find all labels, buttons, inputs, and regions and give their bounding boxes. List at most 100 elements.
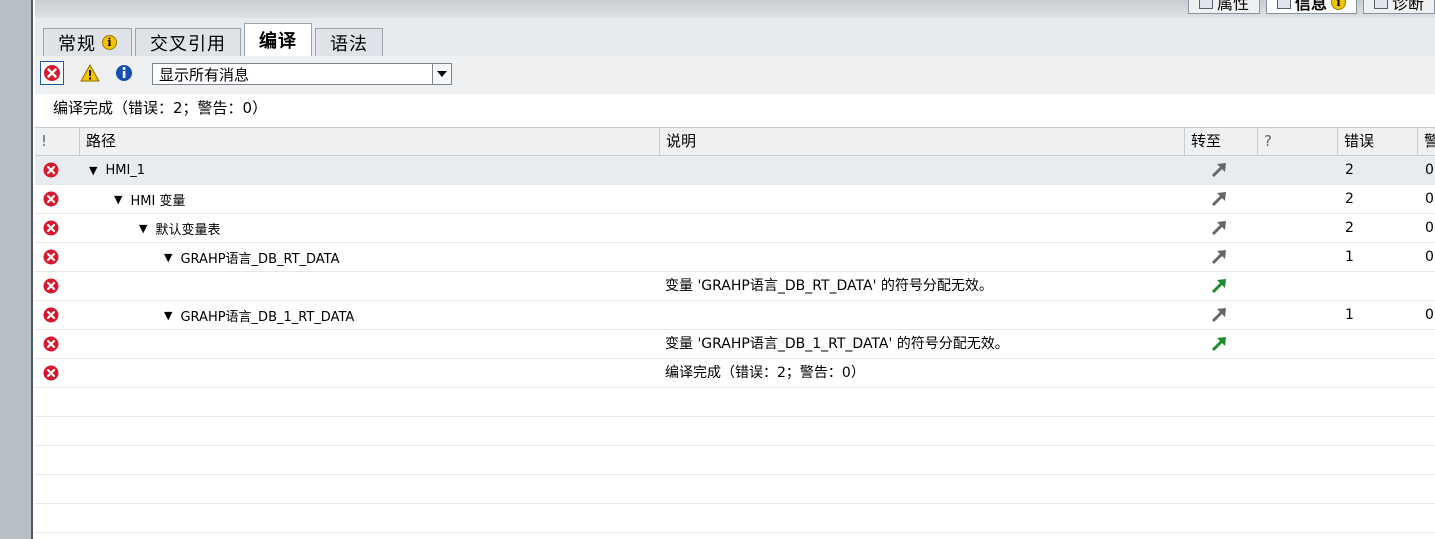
table-header: ! 路径 说明 转至 ? 错误 警 — [35, 127, 1435, 156]
message-filter-select[interactable]: 显示所有消息 — [152, 63, 452, 85]
tab-properties-label: 属性 — [1216, 0, 1249, 13]
tab-syntax-label: 语法 — [330, 33, 368, 55]
compile-messages-table: ! 路径 说明 转至 ? 错误 警 ▼ HMI_1 2 0 ▼ HMI 变量 2 0 ▼ 默认变量… — [35, 127, 1435, 533]
warnings-count: 0 — [1425, 307, 1434, 323]
tab-cross-reference[interactable]: 交叉引用 — [135, 28, 241, 56]
tab-diagnostics-label: 诊断 — [1391, 0, 1424, 13]
table-row[interactable]: 变量 'GRAHP语言_DB_1_RT_DATA' 的符号分配无效。 — [35, 330, 1435, 359]
path-cell: ▼ 默认变量表 — [139, 214, 220, 242]
error-icon — [43, 191, 59, 207]
warnings-count: 0 — [1425, 191, 1434, 207]
column-warnings[interactable]: 警 — [1417, 128, 1435, 155]
error-icon — [43, 220, 59, 236]
tab-cross-reference-label: 交叉引用 — [150, 33, 226, 55]
table-row[interactable]: ▼ HMI 变量 2 0 — [35, 185, 1435, 214]
empty-row — [35, 417, 1435, 446]
error-icon — [43, 307, 59, 323]
inspector-top-bar: 属性 信息 i 诊断 — [35, 0, 1435, 19]
errors-count: 2 — [1345, 162, 1354, 178]
error-icon — [43, 162, 59, 178]
message-filter-value: 显示所有消息 — [159, 65, 250, 84]
goto-arrow-icon[interactable] — [1211, 220, 1227, 236]
filter-info-button[interactable] — [112, 61, 136, 85]
expand-toggle[interactable]: ▼ — [139, 222, 147, 235]
error-icon — [43, 278, 59, 294]
path-cell: ▼ GRAHP语言_DB_RT_DATA — [164, 243, 340, 271]
warning-icon — [80, 64, 100, 82]
path-label: HMI_1 — [105, 162, 146, 178]
description-cell: 变量 'GRAHP语言_DB_RT_DATA' 的符号分配无效。 — [665, 278, 993, 294]
error-icon — [44, 65, 60, 81]
error-icon — [43, 336, 59, 352]
path-label: GRAHP语言_DB_RT_DATA — [180, 251, 340, 267]
filter-warnings-button[interactable] — [78, 61, 102, 85]
column-errors[interactable]: 错误 — [1337, 128, 1417, 155]
tab-info-label: 信息 — [1294, 0, 1327, 13]
info-subtabs: 常规 i 交叉引用 编译 语法 — [35, 18, 1435, 56]
properties-icon — [1198, 0, 1213, 9]
errors-count: 1 — [1345, 307, 1354, 323]
tab-compile[interactable]: 编译 — [244, 23, 312, 56]
errors-count: 2 — [1345, 191, 1354, 207]
goto-arrow-icon[interactable] — [1211, 307, 1227, 323]
column-path[interactable]: 路径 — [79, 128, 659, 155]
inspector-tabs: 属性 信息 i 诊断 — [1182, 0, 1435, 14]
info-icon: i — [102, 35, 117, 50]
description-cell: 编译完成（错误：2；警告：0） — [665, 365, 865, 381]
path-cell: ▼ HMI_1 — [89, 156, 145, 184]
error-icon — [43, 249, 59, 265]
goto-arrow-icon[interactable] — [1211, 162, 1227, 178]
table-body: ▼ HMI_1 2 0 ▼ HMI 变量 2 0 ▼ 默认变量表 2 0 ▼ GRAHP语言_DB_RT_… — [35, 156, 1435, 388]
table-row[interactable]: 变量 'GRAHP语言_DB_RT_DATA' 的符号分配无效。 — [35, 272, 1435, 301]
warnings-count: 0 — [1425, 220, 1434, 236]
empty-row — [35, 446, 1435, 475]
tab-info[interactable]: 信息 i — [1265, 0, 1357, 14]
chevron-down-icon[interactable] — [432, 64, 451, 84]
empty-row — [35, 504, 1435, 533]
tab-general-label: 常规 — [58, 33, 96, 55]
table-row[interactable]: ▼ HMI_1 2 0 — [35, 156, 1435, 185]
table-row[interactable]: 编译完成（错误：2；警告：0） — [35, 359, 1435, 388]
expand-toggle[interactable]: ▼ — [164, 251, 172, 264]
goto-arrow-icon[interactable] — [1211, 191, 1227, 207]
error-icon — [43, 365, 59, 381]
column-severity[interactable]: ! — [35, 128, 79, 155]
warnings-count: 0 — [1425, 249, 1434, 265]
path-cell: ▼ HMI 变量 — [114, 185, 185, 213]
path-label: GRAHP语言_DB_1_RT_DATA — [180, 309, 355, 325]
path-cell: ▼ GRAHP语言_DB_1_RT_DATA — [164, 301, 354, 329]
empty-row — [35, 388, 1435, 417]
message-filter-toolbar: 显示所有消息 — [35, 56, 1435, 94]
compile-summary: 编译完成（错误：2；警告：0） — [53, 99, 268, 117]
table-row[interactable]: ▼ 默认变量表 2 0 — [35, 214, 1435, 243]
goto-arrow-icon[interactable] — [1211, 278, 1227, 294]
empty-row — [35, 475, 1435, 504]
column-goto[interactable]: 转至 — [1184, 128, 1257, 155]
expand-toggle[interactable]: ▼ — [164, 309, 172, 322]
path-label: HMI 变量 — [130, 193, 186, 209]
column-question[interactable]: ? — [1257, 128, 1337, 155]
tab-diagnostics[interactable]: 诊断 — [1362, 0, 1435, 14]
expand-toggle[interactable]: ▼ — [89, 164, 97, 177]
left-panel-strip — [0, 0, 33, 539]
tab-syntax[interactable]: 语法 — [315, 28, 383, 56]
column-description[interactable]: 说明 — [659, 128, 1184, 155]
info-panel-icon — [1276, 0, 1291, 9]
warnings-count: 0 — [1425, 162, 1434, 178]
diagnostics-icon — [1373, 0, 1388, 9]
info-icon: i — [1330, 0, 1346, 10]
tab-general[interactable]: 常规 i — [43, 28, 132, 56]
info-icon — [116, 65, 132, 81]
tab-compile-label: 编译 — [259, 31, 297, 52]
tab-properties[interactable]: 属性 — [1187, 0, 1260, 14]
goto-arrow-icon[interactable] — [1211, 249, 1227, 265]
errors-count: 2 — [1345, 220, 1354, 236]
description-cell: 变量 'GRAHP语言_DB_1_RT_DATA' 的符号分配无效。 — [665, 336, 1009, 352]
errors-count: 1 — [1345, 249, 1354, 265]
path-label: 默认变量表 — [155, 222, 221, 238]
expand-toggle[interactable]: ▼ — [114, 193, 122, 206]
table-row[interactable]: ▼ GRAHP语言_DB_RT_DATA 1 0 — [35, 243, 1435, 272]
table-row[interactable]: ▼ GRAHP语言_DB_1_RT_DATA 1 0 — [35, 301, 1435, 330]
filter-errors-button[interactable] — [40, 61, 64, 85]
goto-arrow-icon[interactable] — [1211, 336, 1227, 352]
